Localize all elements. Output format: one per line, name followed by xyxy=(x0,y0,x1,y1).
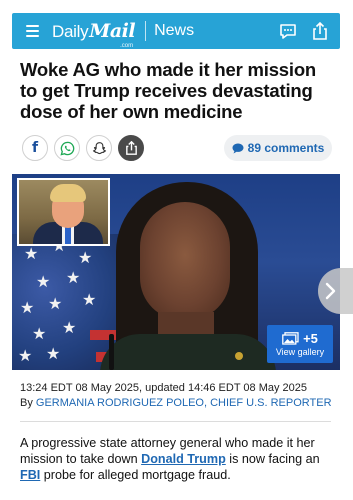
gallery-images-icon xyxy=(282,332,299,345)
gallery-count: +5 xyxy=(303,331,318,346)
comment-bubble-icon[interactable] xyxy=(278,21,298,41)
snapchat-share-button[interactable] xyxy=(86,135,112,161)
donald-trump-link[interactable]: Donald Trump xyxy=(141,452,226,466)
share-icon xyxy=(125,141,137,155)
chevron-right-icon xyxy=(325,282,336,300)
view-gallery-button[interactable]: +5 View gallery xyxy=(267,325,333,363)
snapchat-icon xyxy=(92,141,106,154)
lead-text-2: is now facing an xyxy=(225,452,320,466)
section-title[interactable]: News xyxy=(154,22,194,40)
facebook-icon: f xyxy=(31,140,39,156)
comments-count: 89 comments xyxy=(247,141,325,155)
flag-background: ★ ★ ★ ★ ★ ★ ★ ★ ★ ★ ★ ★ xyxy=(12,234,122,370)
hamburger-menu-icon[interactable] xyxy=(18,13,46,49)
microphone xyxy=(109,334,114,370)
byline-prefix: By xyxy=(20,397,36,409)
article-headline: Woke AG who made it her mission to get T… xyxy=(20,59,317,122)
site-header: Daily Mail .com News xyxy=(12,13,340,49)
divider xyxy=(20,421,331,422)
header-divider xyxy=(145,21,147,41)
share-bar: f xyxy=(22,135,144,161)
subject-body xyxy=(100,334,276,370)
logo-mail: Mail xyxy=(89,20,136,42)
article-dateline: 13:24 EDT 08 May 2025, updated 14:46 EDT… xyxy=(20,382,308,394)
whatsapp-icon xyxy=(59,141,74,156)
site-logo[interactable]: Daily Mail .com xyxy=(52,20,136,49)
article-byline: By GERMANIA RODRIGUEZ POLEO, CHIEF U.S. … xyxy=(20,397,332,409)
logo-daily: Daily xyxy=(52,22,89,41)
comment-bubble-icon xyxy=(232,143,244,153)
article-lead: A progressive state attorney general who… xyxy=(20,435,338,483)
inset-hair xyxy=(50,184,86,202)
comments-button[interactable]: 89 comments xyxy=(224,135,332,161)
whatsapp-share-button[interactable] xyxy=(54,135,80,161)
subject-face xyxy=(140,202,230,320)
inset-photo[interactable] xyxy=(17,178,110,246)
more-share-button[interactable] xyxy=(118,135,144,161)
lapel-pin xyxy=(235,352,243,360)
gallery-label: View gallery xyxy=(275,347,325,357)
facebook-share-button[interactable]: f xyxy=(22,135,48,161)
share-icon[interactable] xyxy=(310,21,330,41)
logo-com: .com xyxy=(120,43,134,49)
fbi-link[interactable]: FBI xyxy=(20,468,40,482)
lead-text-3: probe for alleged mortgage fraud. xyxy=(40,468,231,482)
author-link[interactable]: GERMANIA RODRIGUEZ POLEO, CHIEF U.S. REP… xyxy=(36,397,332,409)
